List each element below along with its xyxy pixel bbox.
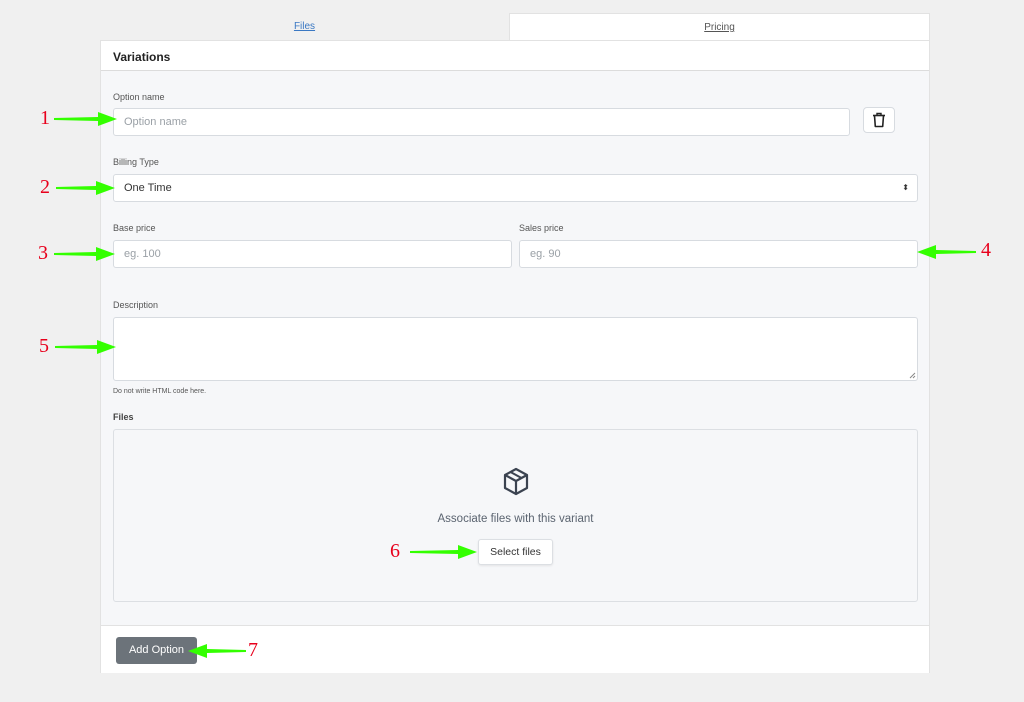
variations-panel: Variations Option name Billing Type One … bbox=[100, 40, 930, 673]
panel-title: Variations bbox=[113, 50, 171, 64]
tab-files[interactable]: Files bbox=[100, 13, 509, 41]
annotation-number-2: 2 bbox=[40, 176, 50, 198]
files-dropzone[interactable]: Associate files with this variant Select… bbox=[113, 429, 918, 602]
arrow-right-icon bbox=[410, 545, 477, 559]
box-icon bbox=[503, 467, 529, 496]
billing-type-select[interactable]: One Time ⬍ bbox=[113, 174, 918, 202]
annotation-number-7: 7 bbox=[248, 639, 258, 661]
description-textarea[interactable] bbox=[113, 317, 918, 381]
dropzone-text: Associate files with this variant bbox=[437, 513, 594, 525]
select-caret-icon: ⬍ bbox=[902, 183, 909, 192]
delete-option-button[interactable] bbox=[863, 107, 895, 133]
add-option-button[interactable]: Add Option bbox=[116, 637, 197, 664]
files-label: Files bbox=[113, 412, 134, 422]
arrow-right-icon bbox=[54, 112, 117, 126]
trash-icon bbox=[873, 112, 885, 128]
arrow-left-icon bbox=[188, 644, 246, 658]
sales-price-label: Sales price bbox=[519, 223, 564, 233]
annotation-number-3: 3 bbox=[38, 242, 48, 264]
arrow-left-icon bbox=[917, 245, 976, 259]
base-price-input[interactable] bbox=[113, 240, 512, 268]
annotation-number-1: 1 bbox=[40, 107, 50, 129]
description-wrapper bbox=[113, 317, 918, 381]
billing-type-label: Billing Type bbox=[113, 157, 159, 167]
panel-header: Variations bbox=[101, 41, 929, 71]
resize-grip-icon[interactable] bbox=[909, 372, 916, 379]
annotation-number-5: 5 bbox=[39, 335, 49, 357]
tab-bar: Files Pricing bbox=[100, 13, 930, 41]
annotation-number-4: 4 bbox=[981, 239, 991, 261]
arrow-right-icon bbox=[55, 340, 116, 354]
description-help: Do not write HTML code here. bbox=[113, 388, 207, 395]
billing-type-value: One Time bbox=[124, 182, 172, 194]
sales-price-input[interactable] bbox=[519, 240, 918, 268]
annotation-number-6: 6 bbox=[390, 540, 400, 562]
description-label: Description bbox=[113, 300, 159, 310]
base-price-label: Base price bbox=[113, 223, 156, 233]
option-name-label: Option name bbox=[113, 92, 165, 102]
select-files-button[interactable]: Select files bbox=[478, 539, 553, 565]
arrow-right-icon bbox=[54, 247, 115, 261]
option-name-input[interactable] bbox=[113, 108, 850, 136]
arrow-right-icon bbox=[56, 181, 115, 195]
tab-pricing[interactable]: Pricing bbox=[509, 13, 930, 41]
